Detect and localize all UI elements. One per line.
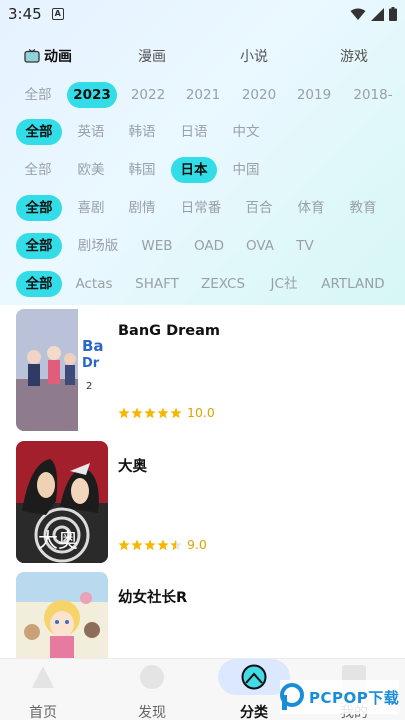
tab-label: 动画 <box>44 49 72 65</box>
category-tabs: 动画 漫画 小说 游戏 <box>0 42 405 68</box>
star-icon <box>157 407 169 418</box>
filter-year-2023[interactable]: 2023 <box>67 82 117 108</box>
star-icon <box>170 407 182 418</box>
half-star-icon <box>170 539 182 550</box>
filter-studio-all[interactable]: 全部 <box>16 271 62 297</box>
filter-lang-japanese[interactable]: 日语 <box>175 119 213 145</box>
filter-year-all[interactable]: 全部 <box>18 82 58 108</box>
home-icon <box>32 666 54 688</box>
status-time: 3:45 <box>8 5 42 23</box>
nav-label: 分类 <box>240 705 268 720</box>
star-icon <box>144 407 156 418</box>
filter-year-2019[interactable]: 2019 <box>292 82 336 108</box>
star-icon <box>144 539 156 550</box>
filter-genre-slice-of-life[interactable]: 日常番 <box>176 195 226 221</box>
tab-anime[interactable]: 动画 <box>24 46 72 66</box>
filter-lang-chinese[interactable]: 中文 <box>227 119 265 145</box>
filter-region-japan[interactable]: 日本 <box>171 157 217 183</box>
filter-studio-artland[interactable]: ARTLAND <box>318 271 388 297</box>
list-item[interactable]: Ba Dr 2 BanG Dream 10.0 <box>16 309 396 431</box>
filter-studio-shaft[interactable]: SHAFT <box>131 271 183 297</box>
star-icon <box>118 539 130 550</box>
svg-text:Ba: Ba <box>82 337 104 355</box>
filter-lang-all[interactable]: 全部 <box>16 119 62 145</box>
a-notification-icon: A <box>51 8 64 20</box>
filter-row-year: 全部 2023 2022 2021 2020 2019 2018- <box>0 82 405 108</box>
filter-studio-jc[interactable]: JC社 <box>262 271 306 297</box>
filter-format-movie[interactable]: 剧场版 <box>72 233 124 259</box>
rating-score: 9.0 <box>187 537 207 552</box>
filter-row-format: 全部 剧场版 WEB OAD OVA TV <box>0 233 405 259</box>
filter-region-all[interactable]: 全部 <box>18 157 58 183</box>
cover-image: Ba Dr 2 <box>16 309 108 431</box>
filter-region-western[interactable]: 欧美 <box>72 157 110 183</box>
nav-label: 发现 <box>138 705 166 720</box>
filter-genre-comedy[interactable]: 喜剧 <box>72 195 110 221</box>
nav-home[interactable]: 首页 <box>8 658 78 720</box>
filter-format-all[interactable]: 全部 <box>16 233 62 259</box>
filter-genre-yuri[interactable]: 百合 <box>240 195 278 221</box>
filter-lang-korean[interactable]: 韩语 <box>123 119 161 145</box>
nav-discover[interactable]: 发现 <box>117 658 187 720</box>
filter-studio-actas[interactable]: Actas <box>72 271 116 297</box>
filter-format-web[interactable]: WEB <box>138 233 176 259</box>
cover-image: 大奥 <box>16 441 108 563</box>
svg-text:大奥: 大奥 <box>38 528 78 552</box>
tab-manga[interactable]: 漫画 <box>138 46 166 66</box>
filter-studio-zexcs[interactable]: ZEXCS <box>197 271 249 297</box>
filter-format-tv[interactable]: TV <box>290 233 320 259</box>
filter-lang-english[interactable]: 英语 <box>72 119 110 145</box>
status-bar: 3:45 A <box>0 0 405 28</box>
rating: 9.0 <box>118 537 207 552</box>
filter-row-genre: 全部 喜剧 剧情 日常番 百合 体育 教育 <box>0 195 405 221</box>
star-icon <box>131 539 143 550</box>
pcpop-logo-icon <box>280 683 304 710</box>
category-icon <box>241 664 267 690</box>
filter-row-studio: 全部 Actas SHAFT ZEXCS JC社 ARTLAND <box>0 271 405 297</box>
watermark-text: PCPOP下载 <box>309 688 400 707</box>
status-icons <box>350 7 397 21</box>
discover-icon <box>140 665 164 689</box>
filter-genre-drama[interactable]: 剧情 <box>123 195 161 221</box>
rating-score: 10.0 <box>187 405 215 420</box>
star-icon <box>118 407 130 418</box>
wifi-icon <box>350 8 366 20</box>
filter-year-2020[interactable]: 2020 <box>237 82 281 108</box>
watermark-logo: PCPOP下载 <box>280 680 400 714</box>
tv-icon <box>24 49 40 63</box>
filter-region-korea[interactable]: 韩国 <box>123 157 161 183</box>
list-item[interactable]: 大奥 大奥 9.0 <box>16 441 396 563</box>
tab-novel[interactable]: 小说 <box>240 46 268 66</box>
filter-format-ova[interactable]: OVA <box>241 233 279 259</box>
star-icon <box>157 539 169 550</box>
filter-format-oad[interactable]: OAD <box>190 233 228 259</box>
svg-text:Dr: Dr <box>82 356 100 371</box>
item-title: 幼女社长R <box>118 590 188 606</box>
signal-icon <box>371 7 384 21</box>
nav-label: 首页 <box>29 705 57 720</box>
filter-row-language: 全部 英语 韩语 日语 中文 <box>0 119 405 145</box>
filter-row-region: 全部 欧美 韩国 日本 中国 <box>0 157 405 183</box>
battery-icon <box>389 7 397 21</box>
svg-text:2: 2 <box>86 381 92 392</box>
nav-category[interactable]: 分类 <box>219 658 289 720</box>
filter-year-2021[interactable]: 2021 <box>181 82 225 108</box>
filter-genre-sports[interactable]: 体育 <box>292 195 330 221</box>
star-icon <box>131 407 143 418</box>
item-title: 大奥 <box>118 459 147 475</box>
rating: 10.0 <box>118 405 215 420</box>
filter-year-2018[interactable]: 2018- <box>348 82 398 108</box>
filter-genre-all[interactable]: 全部 <box>16 195 62 221</box>
filter-genre-education[interactable]: 教育 <box>344 195 382 221</box>
item-title: BanG Dream <box>118 323 221 339</box>
filter-region-china[interactable]: 中国 <box>227 157 265 183</box>
filter-year-2022[interactable]: 2022 <box>126 82 170 108</box>
tab-game[interactable]: 游戏 <box>340 46 368 66</box>
